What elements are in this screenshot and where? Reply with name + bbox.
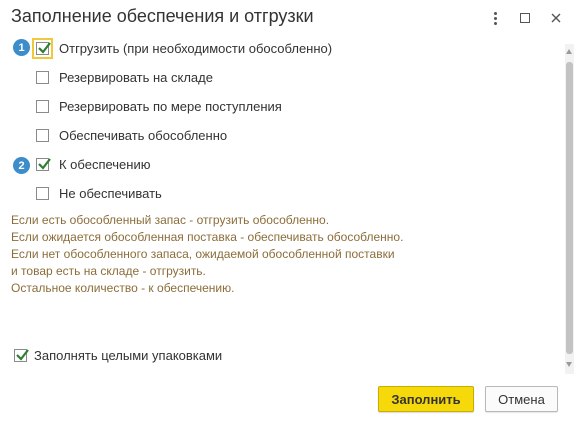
option-ship[interactable]: Отгрузить (при необходимости обособленно… [32,37,333,59]
option-provide-separately[interactable]: Обеспечивать обособленно [36,124,227,146]
fill-button[interactable]: Заполнить [378,386,474,412]
reserve-warehouse-checkbox[interactable] [36,70,49,84]
hint-line: Если ожидается обособленная поставка - о… [11,230,404,244]
checkmark-icon [16,348,29,361]
scroll-up-icon[interactable] [566,49,572,54]
scroll-down-icon[interactable] [566,362,572,367]
no-provision-checkbox[interactable] [36,186,49,200]
maximize-icon [520,13,530,23]
option-fill-packages[interactable]: Заполнять целыми упаковками [14,344,222,366]
close-icon [551,13,561,23]
hint-line: и товар есть на складе - отгрузить. [11,264,206,278]
close-button[interactable] [547,9,565,27]
option-label: Резервировать на складе [59,69,213,85]
fill-packages-checkbox[interactable] [14,348,29,362]
to-provision-checkbox[interactable] [36,157,51,171]
cancel-button[interactable]: Отмена [485,386,558,412]
more-options-button[interactable] [486,9,504,27]
option-label: Резервировать по мере поступления [59,98,282,114]
dialog-window: Заполнение обеспечения и отгрузки 1 2 От… [0,0,579,424]
scrollbar-thumb[interactable] [566,62,573,354]
checkmark-icon [38,157,51,170]
step-badge-2: 2 [13,157,30,174]
option-label: Заполнять целыми упаковками [34,347,223,363]
option-label: Обеспечивать обособленно [59,127,228,143]
option-label: Отгрузить (при необходимости обособленно… [59,40,333,56]
option-label: К обеспечению [59,156,151,172]
ship-checkbox[interactable] [32,37,53,59]
provide-separately-checkbox[interactable] [36,128,49,142]
checkmark-icon [38,41,51,54]
option-reserve-warehouse[interactable]: Резервировать на складе [36,66,213,88]
option-label: Не обеспечивать [59,185,162,201]
option-reserve-arrival[interactable]: Резервировать по мере поступления [36,95,282,117]
maximize-button[interactable] [516,9,534,27]
step-badge-1: 1 [13,39,30,56]
dialog-title: Заполнение обеспечения и отгрузки [11,6,314,26]
hint-line: Остальное количество - к обеспечению. [11,281,235,295]
hint-text: Если есть обособленный запас - отгрузить… [11,212,451,297]
more-vertical-icon [493,11,497,25]
hint-line: Если есть обособленный запас - отгрузить… [11,213,330,227]
reserve-arrival-checkbox[interactable] [36,99,49,113]
option-no-provision[interactable]: Не обеспечивать [36,182,162,204]
option-to-provision[interactable]: К обеспечению [36,153,150,175]
hint-line: Если нет обособленного запаса, ожидаемой… [11,247,395,261]
